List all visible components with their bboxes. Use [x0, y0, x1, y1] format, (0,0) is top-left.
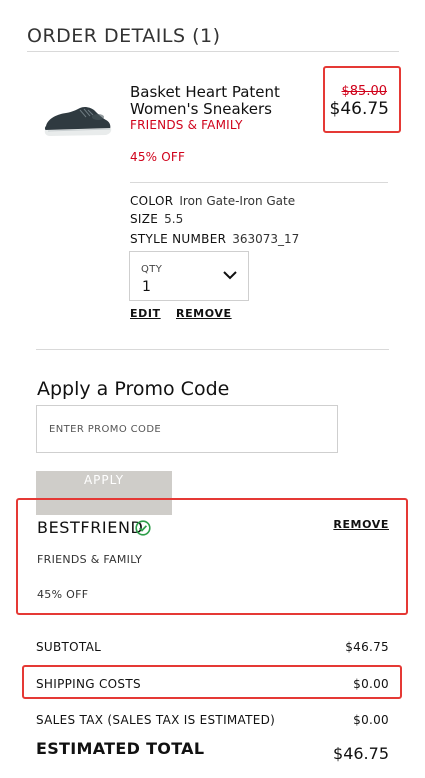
- original-price: $85.00: [341, 84, 388, 99]
- color-label: COLOR: [130, 194, 174, 208]
- divider: [130, 182, 388, 183]
- subtotal-label: SUBTOTAL: [36, 640, 102, 654]
- attr-color: COLOR Iron Gate-Iron Gate: [130, 194, 295, 208]
- chevron-down-icon: [223, 271, 237, 280]
- attr-style: STYLE NUMBER 363073_17: [130, 232, 299, 246]
- style-value: 363073_17: [232, 232, 300, 246]
- estimated-total-label: ESTIMATED TOTAL: [36, 739, 205, 758]
- attr-size: SIZE 5.5: [130, 212, 183, 226]
- applied-promo-type: FRIENDS & FAMILY: [37, 553, 143, 566]
- remove-promo-link[interactable]: REMOVE: [333, 518, 389, 531]
- quantity-select[interactable]: QTY 1: [129, 251, 249, 301]
- divider: [36, 349, 389, 350]
- check-circle-icon: [135, 520, 151, 536]
- style-label: STYLE NUMBER: [130, 232, 227, 246]
- promo-tag: FRIENDS & FAMILY: [130, 118, 243, 132]
- sale-price: $46.75: [329, 99, 389, 119]
- product-name[interactable]: Basket Heart Patent Women's Sneakers: [130, 84, 310, 118]
- estimated-total-value: $46.75: [333, 744, 389, 763]
- promo-code-input[interactable]: [36, 405, 338, 453]
- sneaker-icon: [44, 106, 112, 136]
- discount-tag: 45% OFF: [130, 150, 186, 164]
- subtotal-value: $46.75: [345, 640, 389, 654]
- color-value: Iron Gate-Iron Gate: [179, 194, 296, 208]
- sales-tax-value: $0.00: [353, 713, 389, 727]
- edit-item-link[interactable]: EDIT: [130, 307, 161, 320]
- shipping-value: $0.00: [353, 677, 389, 691]
- shipping-label: SHIPPING COSTS: [36, 677, 141, 691]
- order-details-title: ORDER DETAILS (1): [27, 25, 221, 47]
- sales-tax-label: SALES TAX (SALES TAX IS ESTIMATED): [36, 713, 276, 727]
- sneaker-image[interactable]: [40, 100, 114, 144]
- size-value: 5.5: [164, 212, 184, 226]
- qty-value: 1: [142, 279, 151, 295]
- applied-promo-code: BESTFRIEND: [37, 518, 144, 537]
- applied-promo-discount: 45% OFF: [37, 588, 89, 601]
- promo-heading: Apply a Promo Code: [37, 378, 230, 400]
- divider: [27, 51, 399, 52]
- size-label: SIZE: [130, 212, 159, 226]
- qty-label: QTY: [141, 264, 163, 275]
- remove-item-link[interactable]: REMOVE: [176, 307, 232, 320]
